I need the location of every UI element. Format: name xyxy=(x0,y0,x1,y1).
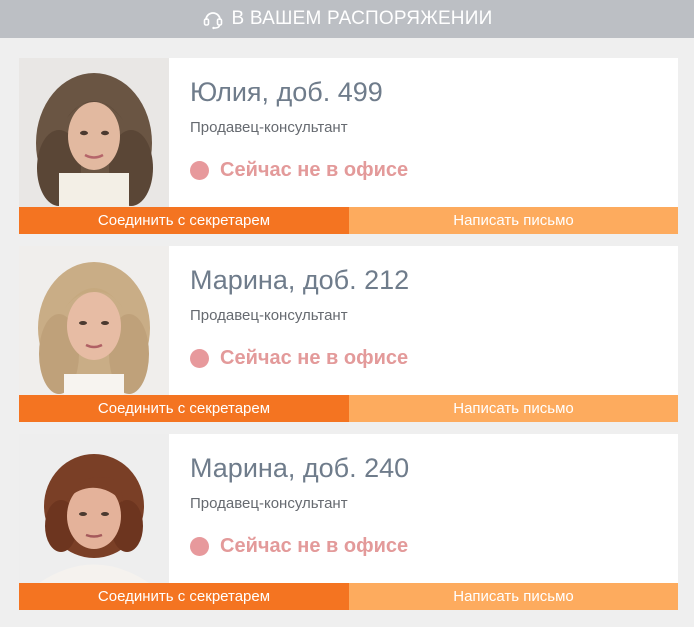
contact-photo xyxy=(19,246,169,395)
status-dot-icon xyxy=(190,537,209,556)
write-letter-button[interactable]: Написать письмо xyxy=(349,583,678,610)
status-dot-icon xyxy=(190,349,209,368)
status-text: Сейчас не в офисе xyxy=(220,535,409,557)
contact-photo xyxy=(19,434,169,583)
contact-role: Продавец-консультант xyxy=(190,307,348,324)
contact-photo xyxy=(19,58,169,207)
status-dot-icon xyxy=(190,161,209,180)
contact-card: Марина, доб. 240 Продавец-консультант Се… xyxy=(19,434,678,610)
status-text: Сейчас не в офисе xyxy=(220,347,409,369)
connect-secretary-button[interactable]: Соединить с секретарем xyxy=(19,583,349,610)
contact-name: Юлия, доб. 499 xyxy=(190,77,383,107)
headset-icon xyxy=(202,8,224,30)
contact-actions: Соединить с секретарем Написать письмо xyxy=(19,207,678,234)
status-indicator: Сейчас не в офисе xyxy=(190,535,408,558)
status-text: Сейчас не в офисе xyxy=(220,159,409,181)
contact-actions: Соединить с секретарем Написать письмо xyxy=(19,395,678,422)
contact-card: Марина, доб. 212 Продавец-консультант Се… xyxy=(19,246,678,422)
contact-role: Продавец-консультант xyxy=(190,119,348,136)
contact-card: Юлия, доб. 499 Продавец-консультант Сейч… xyxy=(19,58,678,234)
section-title: В ВАШЕМ РАСПОРЯЖЕНИИ xyxy=(231,8,493,29)
contact-name: Марина, доб. 212 xyxy=(190,265,410,295)
section-header: В ВАШЕМ РАСПОРЯЖЕНИИ xyxy=(0,0,694,38)
write-letter-button[interactable]: Написать письмо xyxy=(349,395,678,422)
status-indicator: Сейчас не в офисе xyxy=(190,159,408,182)
status-indicator: Сейчас не в офисе xyxy=(190,347,408,370)
write-letter-button[interactable]: Написать письмо xyxy=(349,207,678,234)
connect-secretary-button[interactable]: Соединить с секретарем xyxy=(19,207,349,234)
contact-name: Марина, доб. 240 xyxy=(190,453,410,483)
connect-secretary-button[interactable]: Соединить с секретарем xyxy=(19,395,349,422)
contact-actions: Соединить с секретарем Написать письмо xyxy=(19,583,678,610)
contact-list: Юлия, доб. 499 Продавец-консультант Сейч… xyxy=(0,38,694,610)
contact-role: Продавец-консультант xyxy=(190,495,348,512)
